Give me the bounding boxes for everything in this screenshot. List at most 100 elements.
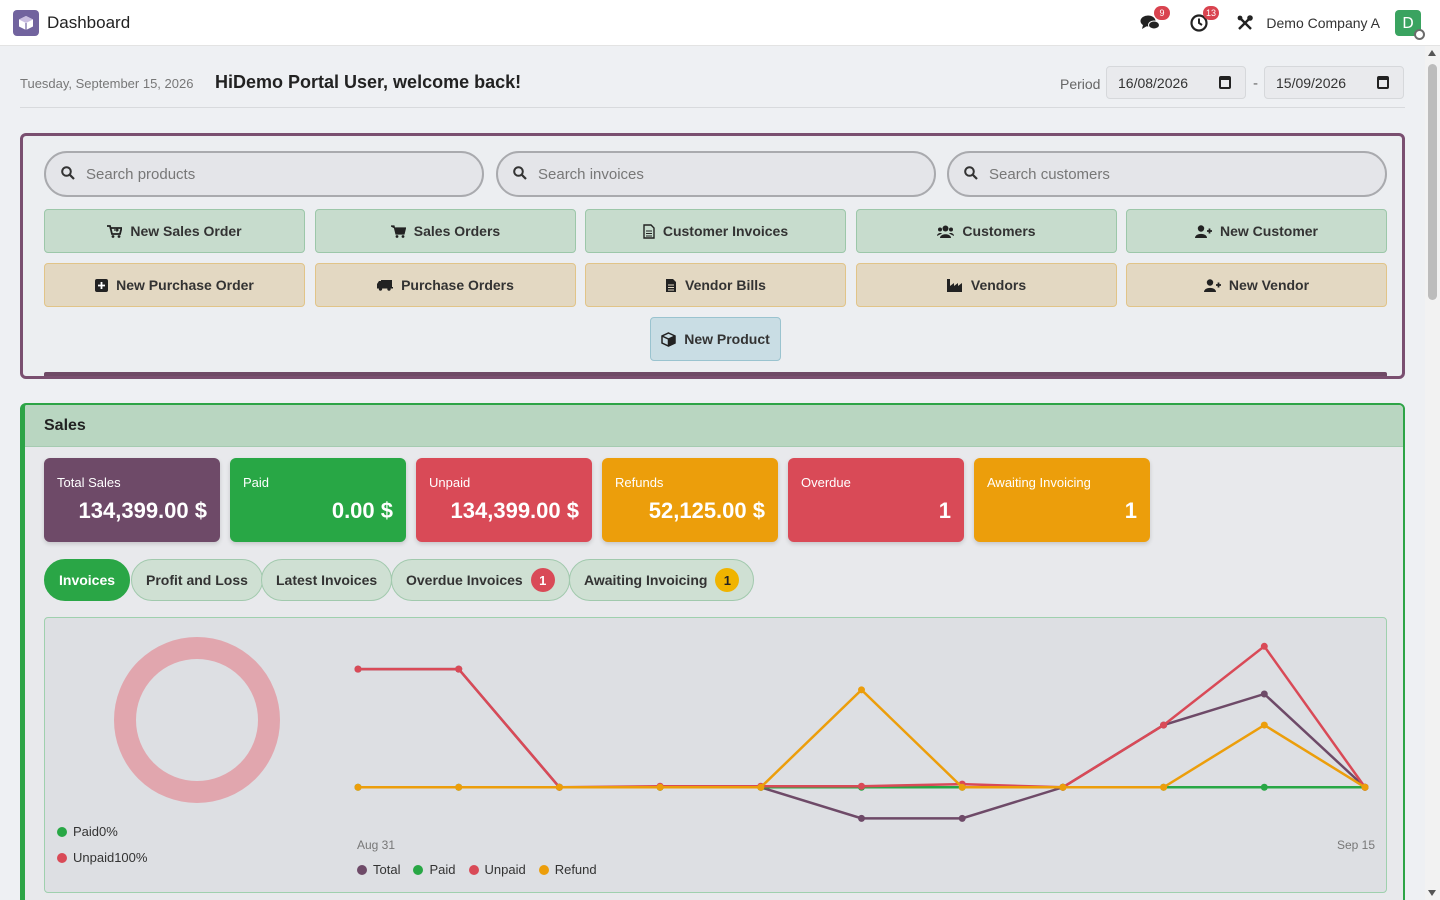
kpi-overdue[interactable]: Overdue 1 (788, 458, 964, 542)
tab-label: Profit and Loss (146, 572, 248, 588)
new-purchase-order-button[interactable]: New Purchase Order (44, 263, 305, 307)
kpi-label: Total Sales (57, 475, 121, 490)
kpi-value: 1 (938, 498, 951, 523)
data-point-paid[interactable] (1260, 783, 1268, 791)
page-scrollbar[interactable] (1425, 46, 1440, 900)
search-customers-box[interactable] (947, 151, 1387, 197)
messages-button[interactable]: 9 (1139, 6, 1170, 34)
search-products-input[interactable] (86, 162, 466, 186)
data-point-total[interactable] (1260, 690, 1268, 698)
kpi-value: 1 (1124, 498, 1137, 523)
new-customer-button[interactable]: New Customer (1126, 209, 1387, 253)
data-point-total[interactable] (958, 814, 966, 822)
data-point-unpaid[interactable] (455, 665, 463, 673)
search-invoices-input[interactable] (538, 162, 918, 186)
calendar-icon[interactable] (1219, 76, 1231, 89)
kpi-unpaid[interactable]: Unpaid 134,399.00 $ (416, 458, 592, 542)
debug-tools-button[interactable] (1234, 12, 1256, 34)
data-point-refund[interactable] (1160, 783, 1168, 791)
data-point-refund[interactable] (1361, 783, 1369, 791)
customer-invoices-button[interactable]: Customer Invoices (585, 209, 846, 253)
data-point-total[interactable] (858, 814, 865, 822)
line-legend-total[interactable]: Total (357, 862, 400, 877)
donut-legend-paid[interactable]: Paid0% (57, 824, 118, 839)
app-logo-icon[interactable] (13, 10, 39, 36)
invoice-status-donut-chart (114, 637, 280, 803)
data-point-refund[interactable] (656, 783, 664, 791)
data-point-refund[interactable] (858, 686, 865, 694)
user-avatar[interactable]: D (1395, 10, 1425, 40)
tab-overdue-invoices[interactable]: Overdue Invoices 1 (391, 559, 570, 601)
data-point-refund[interactable] (958, 783, 966, 791)
kpi-value: 52,125.00 $ (648, 498, 765, 523)
data-point-refund[interactable] (1059, 783, 1067, 791)
page-title: Dashboard (47, 13, 131, 32)
messages-count-badge: 9 (1154, 6, 1170, 20)
awaiting-count-badge: 1 (715, 568, 740, 592)
new-product-button[interactable]: New Product (650, 317, 781, 361)
legend-label: Refund (554, 862, 597, 877)
series-line-unpaid (358, 644, 1367, 789)
calendar-icon[interactable] (1377, 76, 1389, 89)
new-sales-order-button[interactable]: New Sales Order (44, 209, 305, 253)
kpi-value: 134,399.00 $ (78, 498, 207, 523)
search-products-box[interactable] (44, 151, 484, 197)
tab-awaiting-invoicing[interactable]: Awaiting Invoicing 1 (569, 559, 755, 601)
kpi-label: Awaiting Invoicing (987, 475, 1091, 490)
truck-icon (377, 280, 394, 291)
data-point-refund[interactable] (1260, 721, 1268, 729)
data-point-refund[interactable] (555, 783, 563, 791)
scroll-up-arrow-icon[interactable] (1428, 50, 1436, 56)
purchase-orders-label: Purchase Orders (401, 277, 514, 293)
customer-invoices-label: Customer Invoices (662, 223, 789, 239)
plus-square-icon (95, 278, 109, 292)
data-point-unpaid[interactable] (1260, 642, 1268, 650)
kpi-refunds[interactable]: Refunds 52,125.00 $ (602, 458, 778, 542)
donut-slice-unpaid[interactable] (114, 637, 280, 803)
presence-status-icon (1414, 29, 1425, 40)
period-to-value: 15/09/2026 (1276, 74, 1347, 91)
kpi-value: 134,399.00 $ (450, 498, 579, 523)
tab-profit-and-loss[interactable]: Profit and Loss (131, 559, 263, 601)
activities-button[interactable]: 13 (1188, 6, 1219, 34)
tab-label: Latest Invoices (276, 572, 378, 588)
invoices-chart-box: Paid0% Unpaid100% Aug 31 Sep 15 Total Pai… (44, 617, 1387, 893)
scroll-thumb[interactable] (1428, 64, 1437, 300)
data-point-refund[interactable] (757, 783, 765, 791)
scroll-down-arrow-icon[interactable] (1428, 890, 1436, 896)
kpi-label: Paid (243, 475, 270, 490)
data-point-unpaid[interactable] (858, 782, 865, 790)
customers-button[interactable]: Customers (856, 209, 1117, 253)
file-text-icon (666, 278, 677, 292)
search-invoices-box[interactable] (496, 151, 936, 197)
purchase-orders-button[interactable]: Purchase Orders (315, 263, 576, 307)
kpi-paid[interactable]: Paid 0.00 $ (230, 458, 406, 542)
data-point-unpaid[interactable] (354, 665, 362, 673)
line-legend-paid[interactable]: Paid (413, 862, 456, 877)
company-switcher[interactable]: Demo Company A (1266, 15, 1380, 31)
vendors-button[interactable]: Vendors (856, 263, 1117, 307)
period-from-input[interactable]: 16/08/2026 (1106, 66, 1246, 99)
vendor-bills-button[interactable]: Vendor Bills (585, 263, 846, 307)
legend-dot (538, 864, 549, 875)
donut-legend-unpaid[interactable]: Unpaid100% (57, 850, 147, 865)
tab-invoices[interactable]: Invoices (44, 559, 131, 601)
line-legend-refund[interactable]: Refund (538, 862, 597, 877)
search-customers-input[interactable] (989, 162, 1369, 186)
tab-latest-invoices[interactable]: Latest Invoices (261, 559, 393, 601)
vendors-label: Vendors (970, 277, 1027, 293)
new-vendor-button[interactable]: New Vendor (1126, 263, 1387, 307)
sales-header: Sales (25, 405, 1403, 447)
tab-label: Overdue Invoices (406, 572, 523, 588)
data-point-refund[interactable] (455, 783, 463, 791)
kpi-awaiting-invoicing[interactable]: Awaiting Invoicing 1 (974, 458, 1150, 542)
sales-orders-button[interactable]: Sales Orders (315, 209, 576, 253)
kpi-total-sales[interactable]: Total Sales 134,399.00 $ (44, 458, 220, 542)
line-legend-unpaid[interactable]: Unpaid (468, 862, 526, 877)
data-point-unpaid[interactable] (1160, 721, 1168, 729)
data-point-refund[interactable] (354, 783, 362, 791)
legend-label: Unpaid100% (73, 850, 148, 865)
sales-section: Sales Total Sales 134,399.00 $ Paid 0.00… (20, 403, 1405, 900)
customers-label: Customers (962, 223, 1036, 239)
period-to-input[interactable]: 15/09/2026 (1264, 66, 1404, 99)
